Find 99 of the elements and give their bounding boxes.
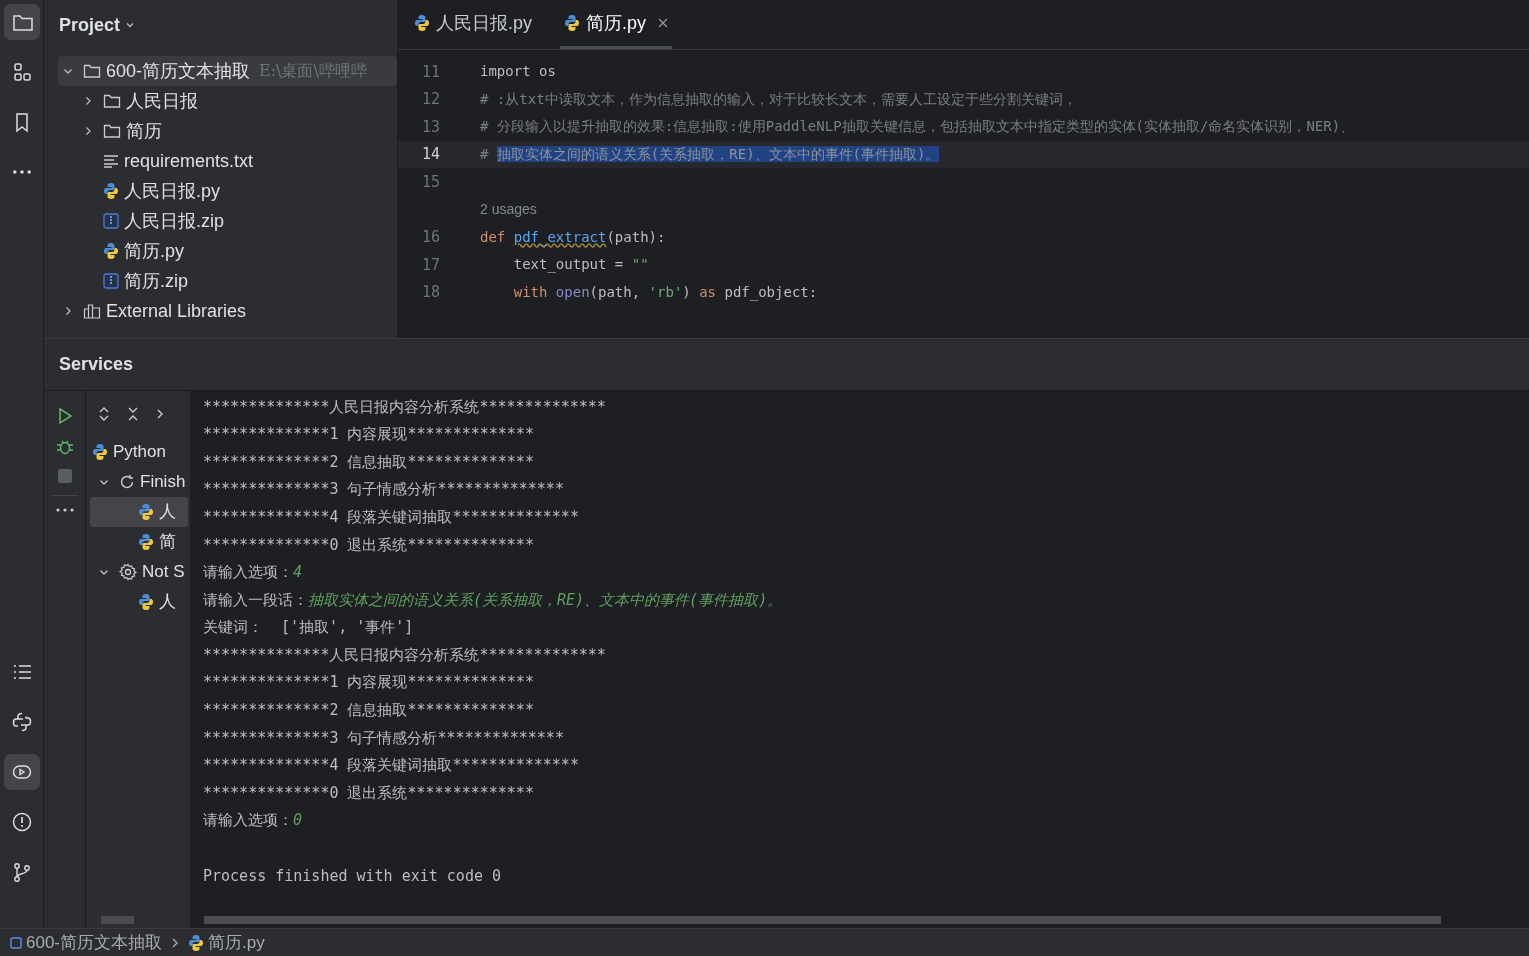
line-number: 17 bbox=[420, 254, 440, 276]
python-icon bbox=[188, 933, 205, 952]
output-text: **************2 信息抽取************** bbox=[203, 451, 534, 473]
output-text: **************2 信息抽取************** bbox=[203, 700, 534, 722]
output-text: 关键词： ['抽取', '事件'] bbox=[203, 617, 414, 639]
code-token: pdf_extract bbox=[513, 228, 607, 245]
gear-icon bbox=[119, 563, 137, 581]
collapse-all-icon[interactable] bbox=[127, 406, 139, 422]
tree-item[interactable]: 600-简历文本抽取 E:\桌面\哔哩哔 bbox=[58, 56, 397, 86]
scrollbar-thumb[interactable] bbox=[101, 916, 134, 924]
tree-item[interactable]: 人 bbox=[90, 587, 188, 617]
more-icon[interactable] bbox=[55, 508, 74, 512]
python-icon bbox=[138, 503, 154, 521]
line-number: 15 bbox=[420, 171, 440, 193]
tree-item[interactable]: Python bbox=[90, 437, 188, 467]
line-number: 16 bbox=[420, 227, 440, 248]
more-icon bbox=[12, 170, 31, 174]
code-token: def bbox=[480, 228, 507, 245]
output-text: **************1 内容展现************** bbox=[203, 424, 534, 446]
line-number: 12 bbox=[420, 89, 440, 110]
output-text: **************4 段落关键词抽取************** bbox=[203, 755, 579, 777]
code-token: as bbox=[699, 283, 718, 300]
breadcrumb[interactable]: 简历.py bbox=[188, 929, 265, 956]
tree-item[interactable]: 人 bbox=[90, 497, 188, 527]
python-outline-icon bbox=[10, 711, 33, 733]
tree-item[interactable]: 人民日报.py bbox=[58, 176, 397, 206]
warning-circle-icon bbox=[10, 811, 33, 833]
tool-window-button[interactable] bbox=[3, 754, 40, 790]
output-text: **************3 句子情感分析************** bbox=[203, 479, 564, 501]
text-file-icon bbox=[103, 154, 119, 168]
editor-tab[interactable]: 简历.py bbox=[560, 0, 673, 49]
output-text: 请输入选项： bbox=[203, 562, 293, 584]
python-icon bbox=[414, 14, 430, 32]
folder-icon bbox=[83, 63, 101, 79]
tree-item[interactable]: 人民日报 bbox=[58, 86, 397, 116]
tree-item[interactable]: requirements.txt bbox=[58, 146, 397, 176]
library-icon bbox=[83, 303, 101, 319]
panel-title[interactable]: Project bbox=[59, 11, 121, 39]
tree-item[interactable]: Not S bbox=[90, 557, 188, 587]
code-token: 抽取实体之间的语义关系(关系抽取，RE)、文本中的事件(事件抽取)。 bbox=[496, 145, 940, 162]
python-icon bbox=[103, 182, 119, 200]
usage-hint[interactable]: 2 usages bbox=[480, 199, 537, 220]
input-text: 抽取实体之间的语义关系(关系抽取，RE)、文本中的事件(事件抽取)。 bbox=[308, 589, 783, 611]
code-token: pdf_object: bbox=[724, 283, 818, 300]
module-icon bbox=[10, 936, 22, 949]
folder-icon bbox=[103, 93, 121, 109]
code-token: text_output = bbox=[512, 256, 625, 273]
output-text: Process finished with exit code 0 bbox=[203, 865, 501, 887]
code-token: ) bbox=[682, 283, 692, 300]
tree-item[interactable]: 简历 bbox=[58, 116, 397, 146]
code-token: import os bbox=[480, 63, 556, 80]
code-token: open bbox=[555, 283, 590, 300]
line-number: 13 bbox=[420, 116, 440, 138]
expand-all-icon[interactable] bbox=[98, 406, 110, 422]
archive-icon bbox=[103, 273, 119, 289]
code-token: (path): bbox=[606, 228, 666, 245]
refresh-icon bbox=[119, 474, 135, 490]
python-icon bbox=[138, 593, 154, 611]
output-text: **************1 内容展现************** bbox=[203, 672, 534, 694]
input-text: 4 bbox=[293, 562, 303, 584]
python-icon bbox=[103, 242, 119, 260]
output-text: **************0 退出系统************** bbox=[203, 534, 534, 556]
tool-window-button[interactable] bbox=[3, 4, 40, 40]
code-token: with bbox=[512, 283, 549, 300]
code-token: 'rb' bbox=[648, 283, 683, 300]
tree-item[interactable]: 人民日报.zip bbox=[58, 206, 397, 236]
python-icon bbox=[92, 443, 108, 461]
line-number: 11 bbox=[420, 61, 440, 83]
line-number: 14 bbox=[420, 144, 440, 165]
tree-item[interactable]: 简 bbox=[90, 527, 188, 557]
code-token: "" bbox=[631, 256, 649, 273]
output-text: **************人民日报内容分析系统************** bbox=[203, 396, 606, 418]
output-text: **************3 句子情感分析************** bbox=[203, 727, 564, 749]
python-icon bbox=[138, 533, 154, 551]
output-text: **************人民日报内容分析系统************** bbox=[203, 644, 606, 666]
tree-item[interactable]: 简历.zip bbox=[58, 266, 397, 296]
output-text: 请输入一段话： bbox=[203, 589, 308, 611]
breadcrumb[interactable]: 600-简历文本抽取 bbox=[10, 929, 163, 956]
archive-icon bbox=[103, 213, 119, 229]
tree-item[interactable]: 简历.py bbox=[58, 236, 397, 266]
code-token: # bbox=[480, 145, 490, 162]
output-text: **************4 段落关键词抽取************** bbox=[203, 506, 579, 528]
output-text: **************0 退出系统************** bbox=[203, 782, 534, 804]
input-text: 0 bbox=[293, 810, 303, 832]
folder-icon bbox=[103, 123, 121, 139]
output-text: 请输入选项： bbox=[203, 810, 293, 832]
scrollbar-thumb[interactable] bbox=[204, 916, 1441, 924]
path-hint: E:\桌面\哔哩哔 bbox=[259, 60, 367, 82]
code-token: # :从txt中读取文本，作为信息抽取的输入，对于比较长文本，需要人工设定于些分割关键词， bbox=[480, 90, 1077, 107]
code-token: (path, bbox=[589, 283, 642, 300]
code-token: # 分段输入以提升抽取的效果:信息抽取:使用PaddleNLP抽取关键信息，包括抽取文本中指定类型的实体(实体抽取/命名实体识别，NER)、 bbox=[480, 118, 1355, 135]
editor-tab[interactable]: 人民日报.py bbox=[410, 0, 536, 49]
panel-title: Services bbox=[59, 353, 134, 376]
line-number: 18 bbox=[420, 282, 440, 303]
tree-item[interactable]: Finish bbox=[90, 467, 188, 497]
python-icon bbox=[564, 14, 580, 32]
chevron-right-icon[interactable] bbox=[156, 408, 164, 420]
close-icon bbox=[658, 18, 669, 28]
tree-item[interactable]: External Libraries bbox=[58, 296, 397, 326]
